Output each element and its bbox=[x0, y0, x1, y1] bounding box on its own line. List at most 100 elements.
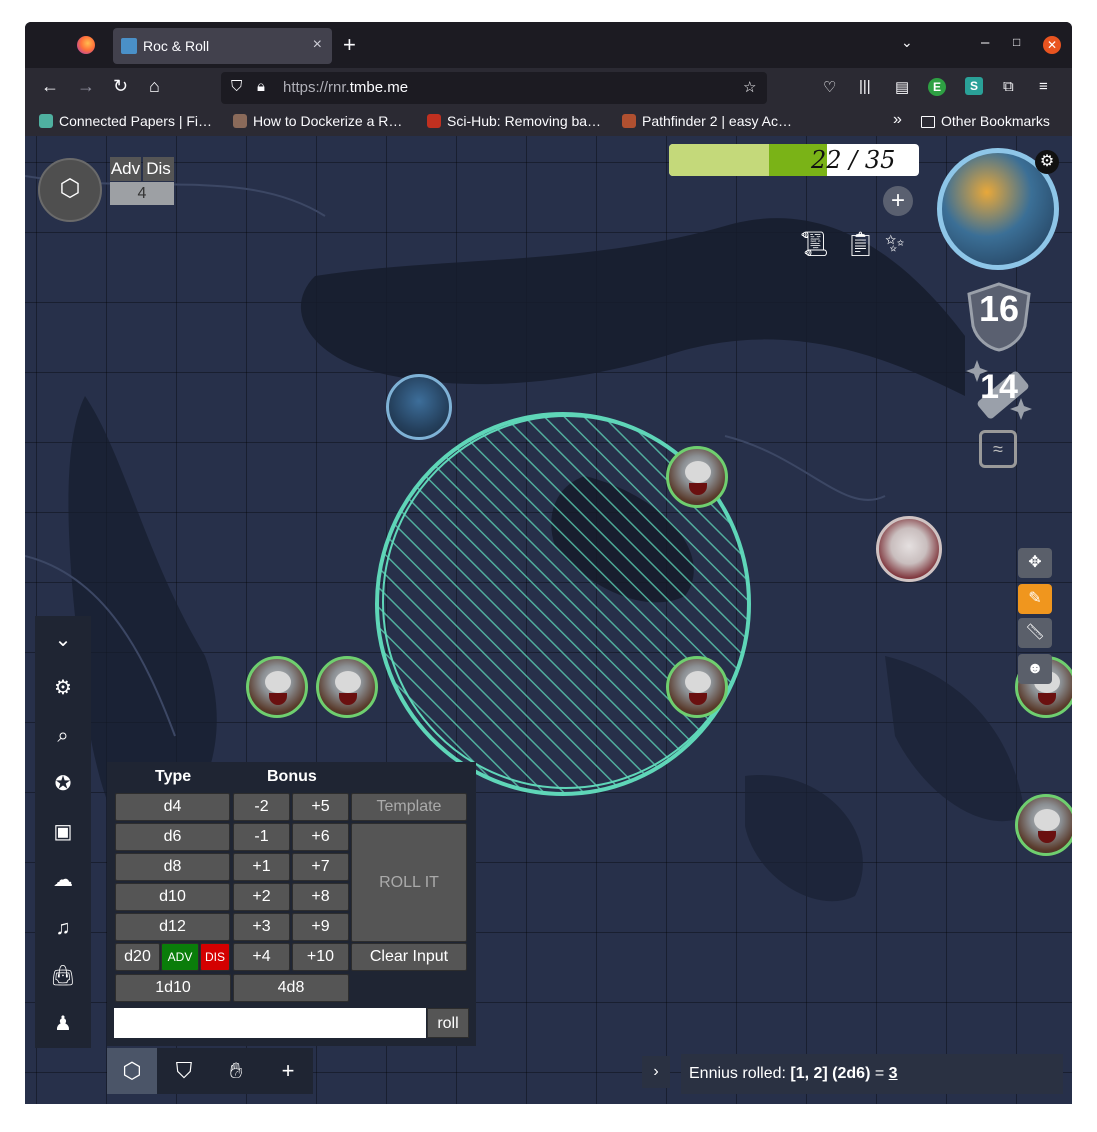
d8-button[interactable]: d8 bbox=[115, 853, 230, 881]
music-icon[interactable]: ♫ bbox=[35, 904, 91, 952]
adv-roll-button[interactable]: ADV bbox=[161, 943, 199, 971]
back-icon[interactable]: ← bbox=[41, 76, 59, 97]
spell-stat-value: 14 bbox=[980, 368, 1018, 406]
magic-wand-icon[interactable]: ✨︎ bbox=[885, 230, 905, 258]
bookmark-item[interactable]: Pathfinder 2 | easy Ac… bbox=[622, 113, 792, 129]
home-icon[interactable]: ⌂ bbox=[149, 76, 160, 97]
bonus-button[interactable]: +2 bbox=[233, 883, 290, 911]
firefox-icon bbox=[77, 36, 95, 54]
bonus-header: Bonus bbox=[267, 768, 317, 785]
token-face-icon[interactable]: ☻ bbox=[1018, 654, 1052, 684]
forward-icon[interactable]: → bbox=[77, 76, 95, 97]
bookmark-favicon-icon bbox=[622, 114, 636, 128]
collapse-chevron-icon[interactable]: ⌄ bbox=[35, 616, 91, 664]
preset-roll-button[interactable]: 4d8 bbox=[233, 974, 349, 1002]
bookmark-star-icon[interactable]: ☆ bbox=[743, 78, 756, 96]
tab-shield-icon[interactable]: ⛉ bbox=[159, 1048, 209, 1094]
reload-icon[interactable]: ↻ bbox=[113, 76, 128, 97]
d4-button[interactable]: d4 bbox=[115, 793, 230, 821]
pocket-icon[interactable]: ♡ bbox=[823, 78, 836, 96]
enemy-token[interactable] bbox=[666, 656, 728, 718]
d12-button[interactable]: d12 bbox=[115, 913, 230, 941]
dis-button[interactable]: Dis bbox=[143, 157, 174, 181]
bonus-button[interactable]: +9 bbox=[292, 913, 349, 941]
template-button[interactable]: Template bbox=[351, 793, 467, 821]
url-bar[interactable]: ⛉ 🔒︎ https://rnr.tmbe.me ☆ bbox=[221, 72, 767, 104]
bookmarks-overflow-icon[interactable]: » bbox=[893, 111, 902, 129]
clear-input-button[interactable]: Clear Input bbox=[351, 943, 467, 971]
settings-gear-icon[interactable]: ⚙ bbox=[1035, 150, 1059, 174]
type-header: Type bbox=[155, 768, 192, 785]
battle-map[interactable]: ⬡ Adv Dis 4 22 / 35 + 📜︎ 📋︎ ✨︎ ⚙ 16 14 ≈ bbox=[25, 136, 1072, 1104]
shopping-bag-icon[interactable]: 👜︎ bbox=[35, 952, 91, 1000]
new-tab-button[interactable]: + bbox=[343, 32, 356, 58]
bonus-button[interactable]: +1 bbox=[233, 853, 290, 881]
enemy-token[interactable] bbox=[316, 656, 378, 718]
dice-roller-button[interactable]: ⬡ bbox=[38, 158, 102, 222]
enemy-token[interactable] bbox=[876, 516, 942, 582]
log-result[interactable]: 3 bbox=[889, 1065, 898, 1082]
log-expand-chevron-icon[interactable]: › bbox=[642, 1056, 670, 1088]
enemy-token[interactable] bbox=[246, 656, 308, 718]
scroll-icon[interactable]: 📜︎ bbox=[799, 230, 829, 259]
tab-add-icon[interactable]: + bbox=[263, 1048, 313, 1094]
settings-icon[interactable]: ⚙ bbox=[35, 664, 91, 712]
bookmark-item[interactable]: Connected Papers | Fi… bbox=[39, 113, 212, 129]
extension-e-icon[interactable]: E bbox=[928, 78, 946, 96]
move-tool-icon[interactable]: ✥ bbox=[1018, 548, 1052, 578]
preset-roll-button[interactable]: 1d10 bbox=[115, 974, 231, 1002]
spellbook-icon[interactable]: ≈ bbox=[979, 430, 1017, 468]
user-icon[interactable]: ♟ bbox=[35, 1000, 91, 1048]
enemy-token[interactable] bbox=[666, 446, 728, 508]
search-icon[interactable]: ⌕ bbox=[35, 712, 91, 760]
d20-button[interactable]: d20 bbox=[115, 943, 160, 971]
d10-button[interactable]: d10 bbox=[115, 883, 230, 911]
extension-s-icon[interactable]: S bbox=[965, 77, 983, 95]
bonus-button[interactable]: +8 bbox=[292, 883, 349, 911]
enemy-token[interactable] bbox=[1015, 794, 1072, 856]
maximize-icon[interactable]: □ bbox=[1013, 35, 1020, 49]
bonus-button[interactable]: -1 bbox=[233, 823, 290, 851]
badge-icon[interactable]: ✪ bbox=[35, 760, 91, 808]
adv-button[interactable]: Adv bbox=[110, 157, 141, 181]
cloud-icon[interactable]: ☁ bbox=[35, 856, 91, 904]
bookmark-favicon-icon bbox=[427, 114, 441, 128]
ruler-tool-icon[interactable]: 📏︎ bbox=[1018, 618, 1052, 648]
images-icon[interactable]: ▣ bbox=[35, 808, 91, 856]
tab-hand-icon[interactable]: ✋︎ bbox=[211, 1048, 261, 1094]
clipboard-icon[interactable]: 📋︎ bbox=[845, 230, 875, 259]
bookmark-item[interactable]: Sci-Hub: Removing ba… bbox=[427, 113, 601, 129]
tracking-shield-icon[interactable]: ⛉ bbox=[231, 78, 242, 95]
roll-it-button[interactable]: ROLL IT bbox=[351, 823, 467, 942]
menu-icon[interactable]: ≡ bbox=[1039, 78, 1048, 95]
list-tabs-icon[interactable]: ⌄ bbox=[901, 34, 913, 51]
bookmark-item[interactable]: How to Dockerize a R… bbox=[233, 113, 402, 129]
bonus-button[interactable]: +3 bbox=[233, 913, 290, 941]
d6-button[interactable]: d6 bbox=[115, 823, 230, 851]
library-icon[interactable]: ||| bbox=[859, 78, 871, 95]
bonus-button[interactable]: +10 bbox=[292, 943, 349, 971]
tab-close-icon[interactable]: × bbox=[313, 36, 322, 54]
hp-bar[interactable]: 22 / 35 bbox=[669, 144, 919, 176]
d20-icon: ⬡ bbox=[59, 175, 81, 202]
bonus-button[interactable]: +6 bbox=[292, 823, 349, 851]
bonus-button[interactable]: -2 bbox=[233, 793, 290, 821]
browser-tab[interactable]: Roc & Roll × bbox=[113, 28, 332, 64]
dis-roll-button[interactable]: DIS bbox=[200, 943, 230, 971]
add-button[interactable]: + bbox=[883, 186, 913, 216]
dice-expression-input[interactable] bbox=[114, 1008, 426, 1038]
roll-button[interactable]: roll bbox=[427, 1008, 469, 1038]
extensions-icon[interactable]: ⧉ bbox=[1003, 78, 1014, 95]
player-token[interactable] bbox=[386, 374, 452, 440]
sidebar-icon[interactable]: ▤ bbox=[895, 78, 909, 96]
lock-icon[interactable]: 🔒︎ bbox=[257, 78, 265, 95]
roll-log: Ennius rolled: [1, 2] (2d6) = 3 bbox=[681, 1054, 1063, 1094]
bonus-button[interactable]: +7 bbox=[292, 853, 349, 881]
other-bookmarks[interactable]: Other Bookmarks bbox=[921, 113, 1050, 129]
minimize-icon[interactable]: – bbox=[981, 34, 989, 51]
window-close-icon[interactable]: ✕ bbox=[1043, 36, 1061, 54]
tab-dice-icon[interactable]: ⬡ bbox=[107, 1048, 157, 1094]
bonus-button[interactable]: +5 bbox=[292, 793, 349, 821]
bonus-button[interactable]: +4 bbox=[233, 943, 290, 971]
pencil-tool-icon[interactable]: ✎ bbox=[1018, 584, 1052, 614]
